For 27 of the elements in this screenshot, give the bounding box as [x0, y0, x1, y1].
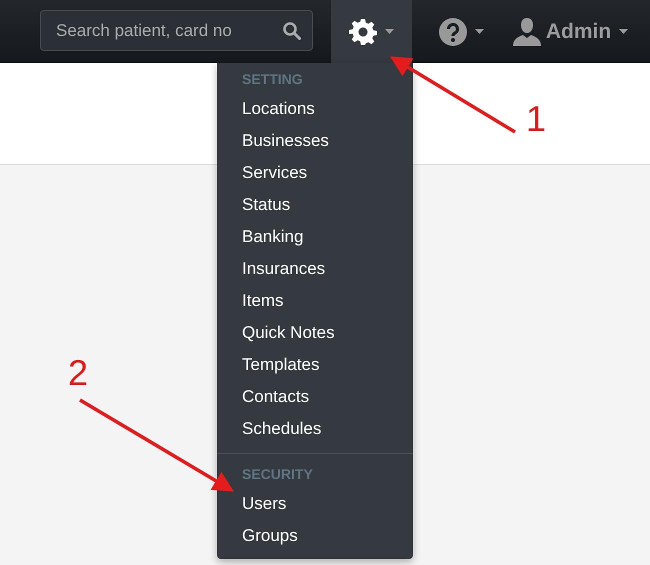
menu-item[interactable]: Templates	[217, 349, 413, 381]
search-icon	[283, 22, 301, 40]
menu-section-header: SETTING	[241, 70, 304, 89]
search-field[interactable]: Search patient, card no	[40, 10, 313, 51]
menu-item[interactable]: Status	[217, 189, 413, 221]
help-icon	[438, 18, 466, 46]
menu-item[interactable]: Contacts	[217, 381, 413, 413]
menu-item[interactable]: Schedules	[217, 413, 413, 445]
annotation-number: 1	[526, 101, 546, 137]
menu-section-header: SECURITY	[241, 465, 314, 484]
menu-item[interactable]: Insurances	[217, 253, 413, 285]
settings-icon	[349, 18, 377, 46]
menu-item[interactable]: Quick Notes	[217, 317, 413, 349]
annotation-number: 2	[68, 355, 88, 391]
menu-item[interactable]: Groups	[217, 520, 413, 552]
menu-item[interactable]: Items	[217, 285, 413, 317]
menu-item[interactable]: Banking	[217, 221, 413, 253]
user-icon	[512, 16, 542, 46]
menu-item[interactable]: Businesses	[217, 125, 413, 157]
menu-item[interactable]: Services	[217, 157, 413, 189]
user-menu-button[interactable]: Admin	[510, 0, 630, 63]
settings-menu-button[interactable]	[331, 0, 412, 63]
caret-icon	[619, 29, 628, 34]
caret-icon	[474, 29, 484, 34]
caret-icon	[385, 29, 394, 34]
menu-item[interactable]: Users	[217, 488, 413, 520]
menu-item[interactable]: Locations	[217, 93, 413, 125]
